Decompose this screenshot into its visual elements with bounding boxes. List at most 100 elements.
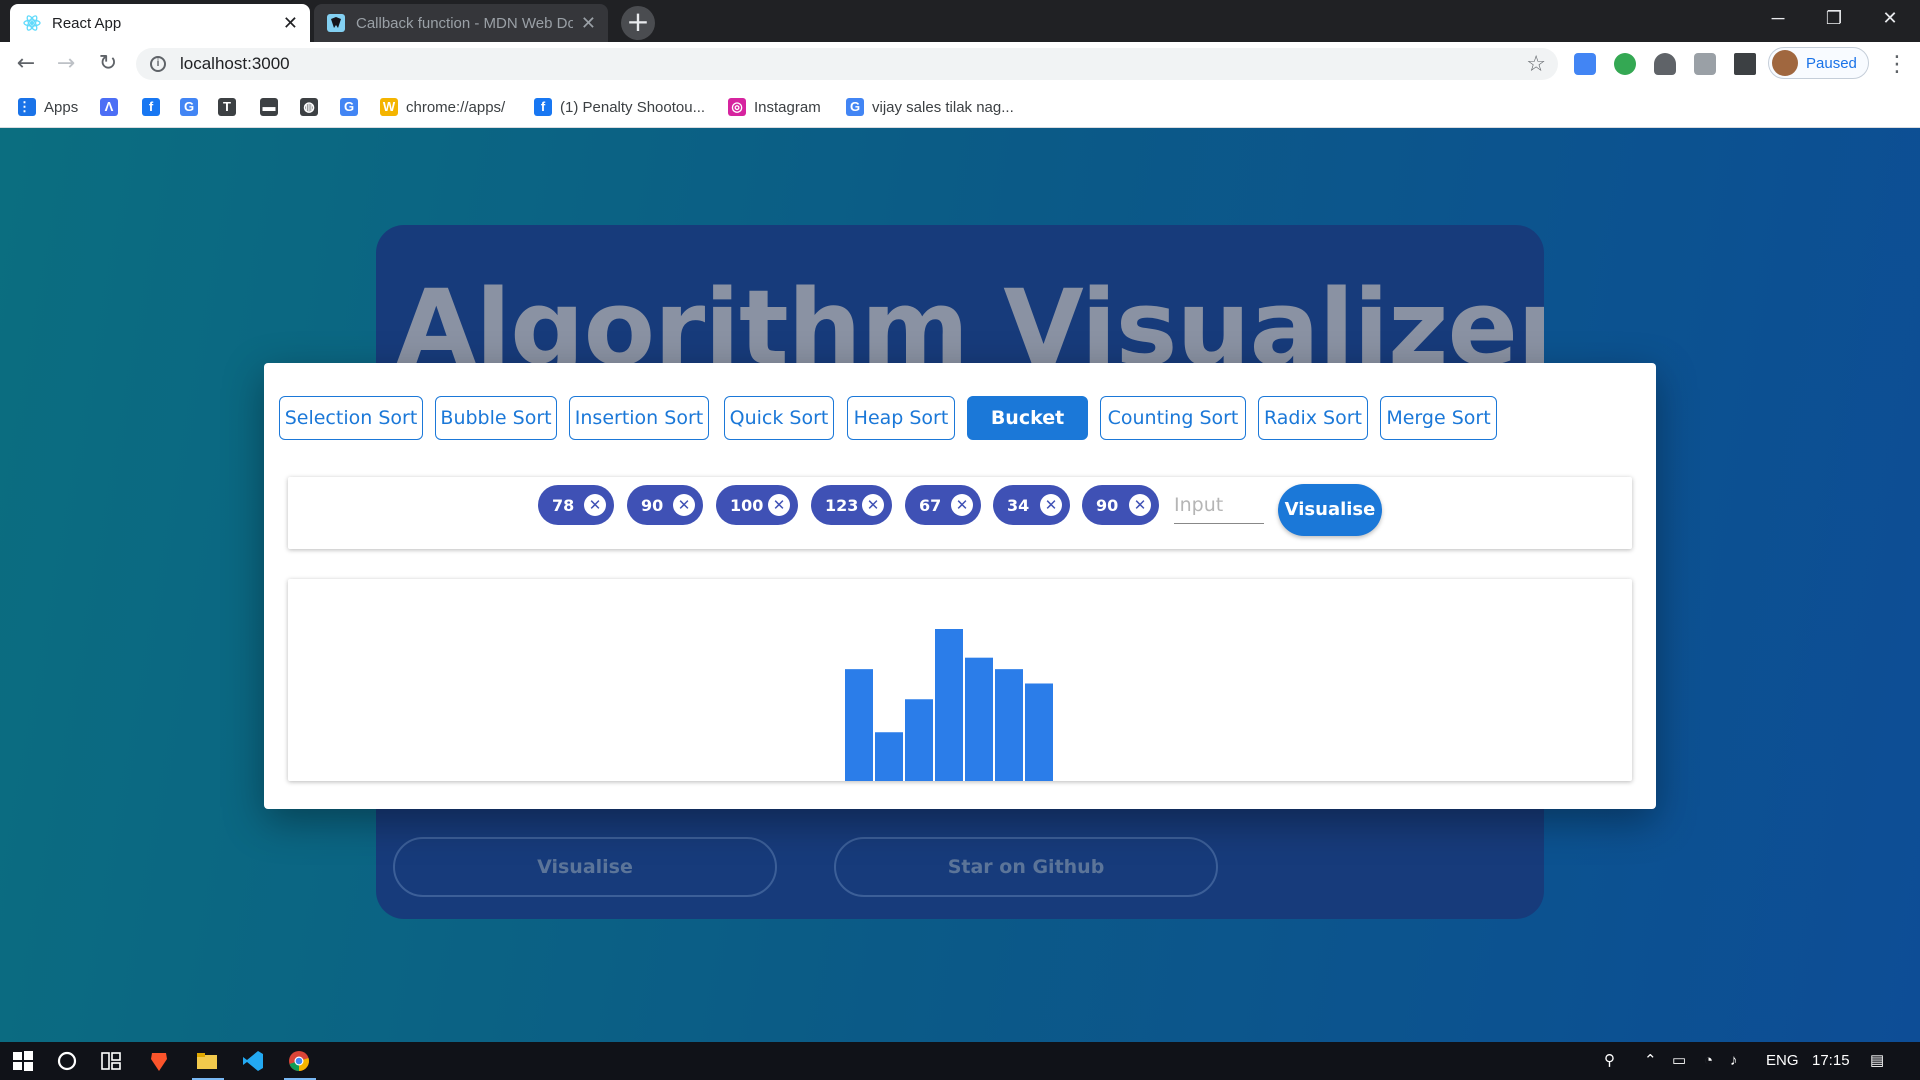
- chip-label: 78: [552, 495, 575, 515]
- language-indicator[interactable]: ENG: [1766, 1050, 1799, 1072]
- bookmark-item[interactable]: ▬: [260, 96, 286, 118]
- bookmark-item[interactable]: ◍: [300, 96, 326, 118]
- number-input[interactable]: [1174, 487, 1264, 524]
- windows-start-icon[interactable]: [12, 1050, 34, 1072]
- google-icon: G: [340, 98, 358, 116]
- clock[interactable]: 17:15: [1812, 1050, 1850, 1072]
- bookmark-item[interactable]: ⋮⋮ Apps: [18, 96, 78, 118]
- chip-delete-icon[interactable]: ✕: [951, 494, 973, 516]
- print-extension-icon[interactable]: [1694, 53, 1716, 75]
- browser-toolbar: ← → ↻ i localhost:3000 ☆ Paused ⋮: [0, 42, 1920, 86]
- algo-heap-sort-button[interactable]: Heap Sort: [847, 396, 955, 440]
- tab-title: React App: [52, 14, 122, 32]
- reload-icon[interactable]: ↻: [94, 50, 122, 78]
- site-info-icon[interactable]: i: [150, 56, 166, 72]
- bookmark-label: chrome://apps/: [406, 98, 506, 116]
- chip-label: 90: [641, 495, 664, 515]
- algo-radix-sort-button[interactable]: Radix Sort: [1258, 396, 1368, 440]
- battery-icon[interactable]: ▭: [1672, 1050, 1686, 1072]
- chip-delete-icon[interactable]: ✕: [862, 494, 884, 516]
- extension-globe-icon[interactable]: [1614, 53, 1636, 75]
- apps-grid-icon: ⋮⋮: [18, 98, 44, 116]
- vscode-icon[interactable]: [242, 1050, 264, 1072]
- chip-label: 100: [730, 495, 764, 515]
- algo-counting-sort-button[interactable]: Counting Sort: [1100, 396, 1246, 440]
- cortana-icon[interactable]: [56, 1050, 78, 1072]
- chart-bar: [1025, 683, 1053, 781]
- close-window-button[interactable]: ✕: [1862, 0, 1918, 38]
- bookmark-item[interactable]: Wchrome://apps/: [380, 96, 505, 118]
- chip-delete-icon[interactable]: ✕: [1040, 494, 1062, 516]
- tray-chevron-icon[interactable]: ⌃: [1644, 1050, 1657, 1072]
- extensions-puzzle-icon[interactable]: [1734, 53, 1756, 75]
- extension-ghost-icon[interactable]: [1654, 53, 1676, 75]
- chip-delete-icon[interactable]: ✕: [1129, 494, 1151, 516]
- chart-bar: [965, 657, 993, 781]
- people-icon[interactable]: ⚲: [1604, 1050, 1615, 1072]
- car-icon: ▬: [260, 98, 278, 116]
- algo-selection-sort-button[interactable]: Selection Sort: [279, 396, 423, 440]
- star-on-github-button[interactable]: Star on Github: [834, 837, 1218, 897]
- chip-label: 123: [825, 495, 859, 515]
- chip-delete-icon[interactable]: ✕: [584, 494, 606, 516]
- task-view-icon[interactable]: [100, 1050, 122, 1072]
- algo-bubble-sort-button[interactable]: Bubble Sort: [435, 396, 557, 440]
- chip-delete-icon[interactable]: ✕: [673, 494, 695, 516]
- algo-bucket-sort-button[interactable]: Bucket Sort: [967, 396, 1088, 471]
- minimize-button[interactable]: ─: [1750, 0, 1806, 38]
- brave-icon[interactable]: [148, 1050, 170, 1072]
- hero-visualise-button[interactable]: Visualise: [393, 837, 777, 897]
- notifications-icon[interactable]: ▤: [1870, 1050, 1884, 1072]
- value-chip[interactable]: 67 ✕: [905, 485, 981, 525]
- avatar: [1772, 50, 1798, 76]
- value-chip[interactable]: 34 ✕: [993, 485, 1070, 525]
- bookmark-item[interactable]: f: [142, 96, 168, 118]
- forward-icon[interactable]: →: [52, 50, 80, 78]
- bookmark-item[interactable]: Gvijay sales tilak nag...: [846, 96, 1014, 118]
- restore-button[interactable]: ❐: [1806, 0, 1862, 38]
- address-bar[interactable]: i localhost:3000 ☆: [136, 48, 1558, 80]
- bookmark-star-icon[interactable]: ☆: [1526, 52, 1546, 77]
- file-explorer-icon[interactable]: [196, 1050, 218, 1072]
- facebook-icon: f: [534, 98, 552, 116]
- visualise-button[interactable]: Visualise: [1278, 484, 1382, 536]
- bookmark-item[interactable]: f (1) Penalty Shootou...: [534, 96, 705, 118]
- wifi-icon[interactable]: ◔: [1704, 1050, 1713, 1072]
- value-chip[interactable]: 90 ✕: [627, 485, 703, 525]
- globe-icon: ◍: [300, 98, 318, 116]
- close-tab-icon[interactable]: ✕: [283, 13, 298, 34]
- chart-bar: [995, 669, 1023, 781]
- instagram-icon: ◎: [728, 98, 746, 116]
- profile-button[interactable]: Paused: [1768, 47, 1869, 79]
- value-chip[interactable]: 90 ✕: [1082, 485, 1159, 525]
- close-tab-icon[interactable]: ✕: [581, 13, 596, 34]
- tab-mdn[interactable]: Callback function - MDN Web Docs ✕: [314, 4, 608, 42]
- volume-icon[interactable]: ♪: [1730, 1050, 1738, 1072]
- algo-quick-sort-button[interactable]: Quick Sort: [724, 396, 834, 440]
- chart-bar: [905, 699, 933, 781]
- bookmark-item[interactable]: G: [180, 96, 206, 118]
- bookmark-item[interactable]: G: [340, 96, 366, 118]
- w-icon: W: [380, 98, 398, 116]
- bookmark-item[interactable]: T: [218, 96, 244, 118]
- chrome-icon[interactable]: [288, 1050, 310, 1072]
- chip-delete-icon[interactable]: ✕: [768, 494, 790, 516]
- algo-insertion-sort-button[interactable]: Insertion Sort: [569, 396, 709, 440]
- google-icon: G: [180, 98, 198, 116]
- value-chip[interactable]: 100 ✕: [716, 485, 798, 525]
- value-chip[interactable]: 78 ✕: [538, 485, 614, 525]
- chart-bar: [875, 732, 903, 781]
- value-chip[interactable]: 123 ✕: [811, 485, 892, 525]
- new-tab-button[interactable]: +: [621, 6, 655, 40]
- bookmarks-bar: ⋮⋮ Apps Λf G T ▬ ◍ G Wchrome://apps/f (1) Penalty…: [0, 86, 1920, 128]
- algo-merge-sort-button[interactable]: Merge Sort: [1380, 396, 1497, 440]
- bookmark-item[interactable]: ◎ Instagram: [728, 96, 821, 118]
- bookmark-item[interactable]: Λ: [100, 96, 126, 118]
- back-icon[interactable]: ←: [12, 50, 40, 78]
- menu-kebab-icon[interactable]: ⋮: [1886, 52, 1908, 77]
- tab-react-app[interactable]: React App ✕: [10, 4, 310, 42]
- address-text[interactable]: localhost:3000: [180, 54, 290, 74]
- bar-chart-card: [288, 579, 1632, 781]
- chart-bar: [845, 669, 873, 781]
- translate-extension-icon[interactable]: [1574, 53, 1596, 75]
